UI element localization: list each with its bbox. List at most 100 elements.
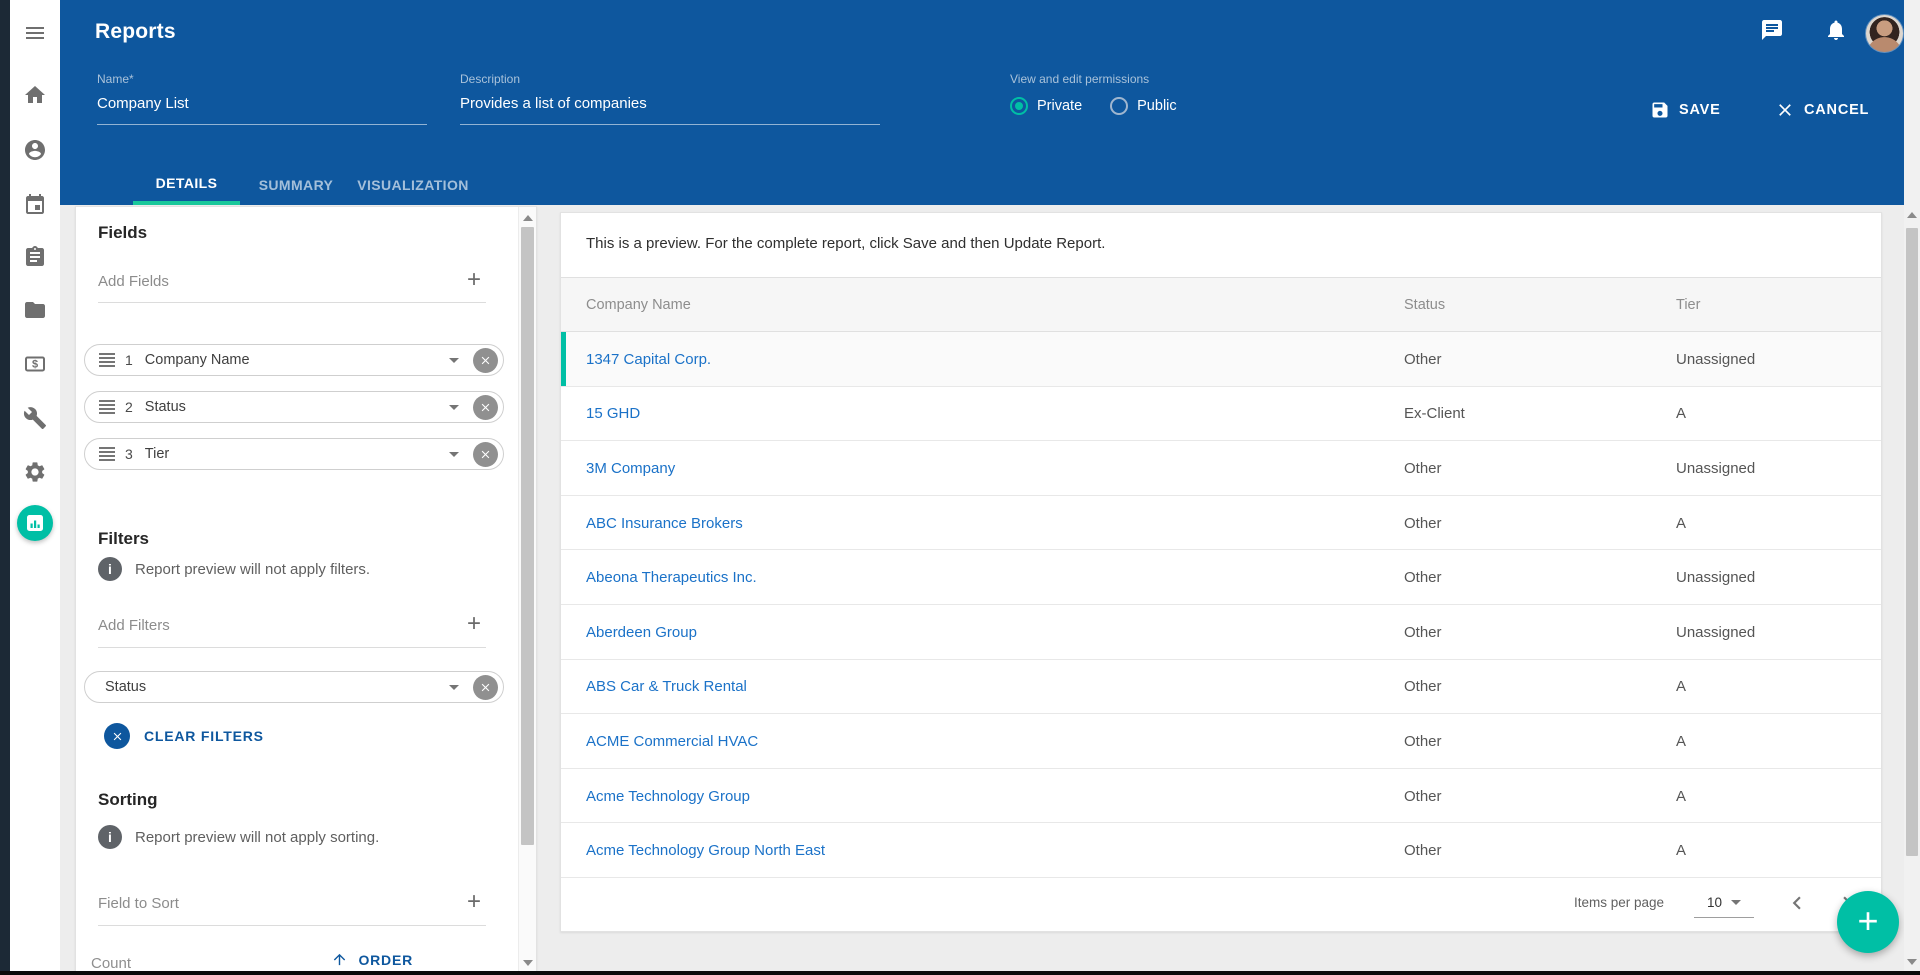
tier-cell: A <box>1676 660 1686 715</box>
billing-icon[interactable]: $ <box>21 350 49 378</box>
table-row[interactable]: Acme Technology Group North East Other A <box>561 823 1881 878</box>
tasks-icon[interactable] <box>21 243 49 271</box>
reports-icon[interactable] <box>17 505 53 541</box>
status-cell: Other <box>1404 769 1442 824</box>
settings-icon[interactable] <box>21 458 49 486</box>
drag-handle-icon[interactable] <box>99 400 115 414</box>
scrollbar-thumb[interactable] <box>1906 228 1918 856</box>
name-input[interactable]: Company List <box>97 95 427 125</box>
chat-icon[interactable] <box>1760 18 1786 44</box>
add-fields-label: Add Fields <box>98 273 169 290</box>
company-link[interactable]: Acme Technology Group North East <box>586 823 825 878</box>
page-header: Reports Name* Company List Description P… <box>60 0 1920 205</box>
scroll-up-icon[interactable] <box>523 215 533 221</box>
column-header-status: Status <box>1404 278 1445 332</box>
company-link[interactable]: Abeona Therapeutics Inc. <box>586 550 757 605</box>
scroll-down-icon[interactable] <box>1907 959 1917 965</box>
drag-handle-icon[interactable] <box>99 447 115 461</box>
table-row[interactable]: ABS Car & Truck Rental Other A <box>561 660 1881 715</box>
field-pill-company-name[interactable]: 1 Company Name <box>84 344 504 376</box>
field-to-sort-plus-icon[interactable] <box>462 891 486 915</box>
drag-handle-icon[interactable] <box>99 353 115 367</box>
tier-cell: A <box>1676 714 1686 769</box>
notifications-icon[interactable] <box>1824 18 1850 44</box>
window-bottom-edge <box>0 971 1920 975</box>
scrollbar-thumb[interactable] <box>521 227 534 845</box>
table-row[interactable]: 3M Company Other Unassigned <box>561 441 1881 496</box>
previous-page-button[interactable] <box>1784 890 1810 916</box>
remove-field-icon[interactable] <box>473 348 498 373</box>
save-button[interactable]: SAVE <box>1650 100 1721 120</box>
divider <box>98 925 486 926</box>
home-icon[interactable] <box>21 81 49 109</box>
cancel-button[interactable]: CANCEL <box>1775 100 1869 120</box>
remove-filter-icon[interactable] <box>473 675 498 700</box>
table-row[interactable]: ACME Commercial HVAC Other A <box>561 714 1881 769</box>
status-cell: Other <box>1404 823 1442 878</box>
add-report-fab[interactable] <box>1837 891 1899 953</box>
company-link[interactable]: 1347 Capital Corp. <box>586 332 711 387</box>
table-row[interactable]: Aberdeen Group Other Unassigned <box>561 605 1881 660</box>
company-link[interactable]: ABS Car & Truck Rental <box>586 660 747 715</box>
clear-filters-icon <box>104 723 130 749</box>
filter-pill-status[interactable]: Status <box>84 671 504 703</box>
description-input[interactable]: Provides a list of companies <box>460 95 880 125</box>
chevron-down-icon[interactable] <box>449 405 459 410</box>
field-name: Company Name <box>145 352 250 368</box>
sidebar: $ <box>10 0 60 975</box>
window-edge-strip <box>0 0 10 975</box>
status-cell: Other <box>1404 332 1442 387</box>
menu-icon[interactable] <box>21 19 49 47</box>
scroll-down-icon[interactable] <box>523 960 533 966</box>
clear-filters-button[interactable]: CLEAR FILTERS <box>104 723 264 749</box>
remove-field-icon[interactable] <box>473 395 498 420</box>
company-link[interactable]: ABC Insurance Brokers <box>586 496 743 551</box>
tier-cell: A <box>1676 496 1686 551</box>
table-row[interactable]: ABC Insurance Brokers Other A <box>561 496 1881 551</box>
tab-visualization[interactable]: VISUALIZATION <box>352 165 474 205</box>
table-row[interactable]: 1347 Capital Corp. Other Unassigned <box>561 332 1881 387</box>
field-pill-tier[interactable]: 3 Tier <box>84 438 504 470</box>
calendar-icon[interactable] <box>21 190 49 218</box>
company-link[interactable]: 15 GHD <box>586 387 640 442</box>
items-per-page-select[interactable]: 10 <box>1694 888 1754 918</box>
add-fields-plus-icon[interactable] <box>462 269 486 293</box>
tab-summary[interactable]: SUMMARY <box>250 165 342 205</box>
company-link[interactable]: Aberdeen Group <box>586 605 697 660</box>
avatar[interactable] <box>1866 15 1903 52</box>
tab-details[interactable]: DETAILS <box>133 165 240 205</box>
company-link[interactable]: ACME Commercial HVAC <box>586 714 758 769</box>
sort-order-button[interactable]: ORDER <box>331 951 413 968</box>
items-per-page-value: 10 <box>1707 895 1722 910</box>
field-pill-status[interactable]: 2 Status <box>84 391 504 423</box>
page-scrollbar[interactable] <box>1904 0 1920 975</box>
chevron-down-icon[interactable] <box>449 452 459 457</box>
add-filters-label: Add Filters <box>98 617 170 634</box>
save-button-label: SAVE <box>1679 102 1721 118</box>
table-row[interactable]: 15 GHD Ex-Client A <box>561 387 1881 442</box>
scroll-up-icon[interactable] <box>1907 212 1917 218</box>
pagination-bar: Items per page 10 <box>561 876 1881 931</box>
chevron-down-icon <box>1731 900 1741 905</box>
tab-bar: DETAILS SUMMARY VISUALIZATION <box>60 165 1920 205</box>
table-row[interactable]: Acme Technology Group Other A <box>561 769 1881 824</box>
account-icon[interactable] <box>21 136 49 164</box>
report-config-panel: Fields Add Fields 1 Company Name 2 Statu… <box>75 206 537 975</box>
company-link[interactable]: 3M Company <box>586 441 675 496</box>
fields-heading: Fields <box>98 223 147 243</box>
chevron-down-icon[interactable] <box>449 685 459 690</box>
folder-icon[interactable] <box>21 296 49 324</box>
arrow-up-icon <box>331 951 348 968</box>
radio-public[interactable] <box>1110 97 1128 115</box>
tools-icon[interactable] <box>21 404 49 432</box>
chevron-down-icon[interactable] <box>449 358 459 363</box>
table-row[interactable]: Abeona Therapeutics Inc. Other Unassigne… <box>561 550 1881 605</box>
panel-scrollbar[interactable] <box>518 207 536 974</box>
remove-field-icon[interactable] <box>473 442 498 467</box>
status-cell: Other <box>1404 496 1442 551</box>
permissions-radio-row: Private Public <box>1010 97 1430 115</box>
filters-note: Report preview will not apply filters. <box>135 561 370 578</box>
company-link[interactable]: Acme Technology Group <box>586 769 750 824</box>
add-filters-plus-icon[interactable] <box>462 613 486 637</box>
radio-private[interactable] <box>1010 97 1028 115</box>
